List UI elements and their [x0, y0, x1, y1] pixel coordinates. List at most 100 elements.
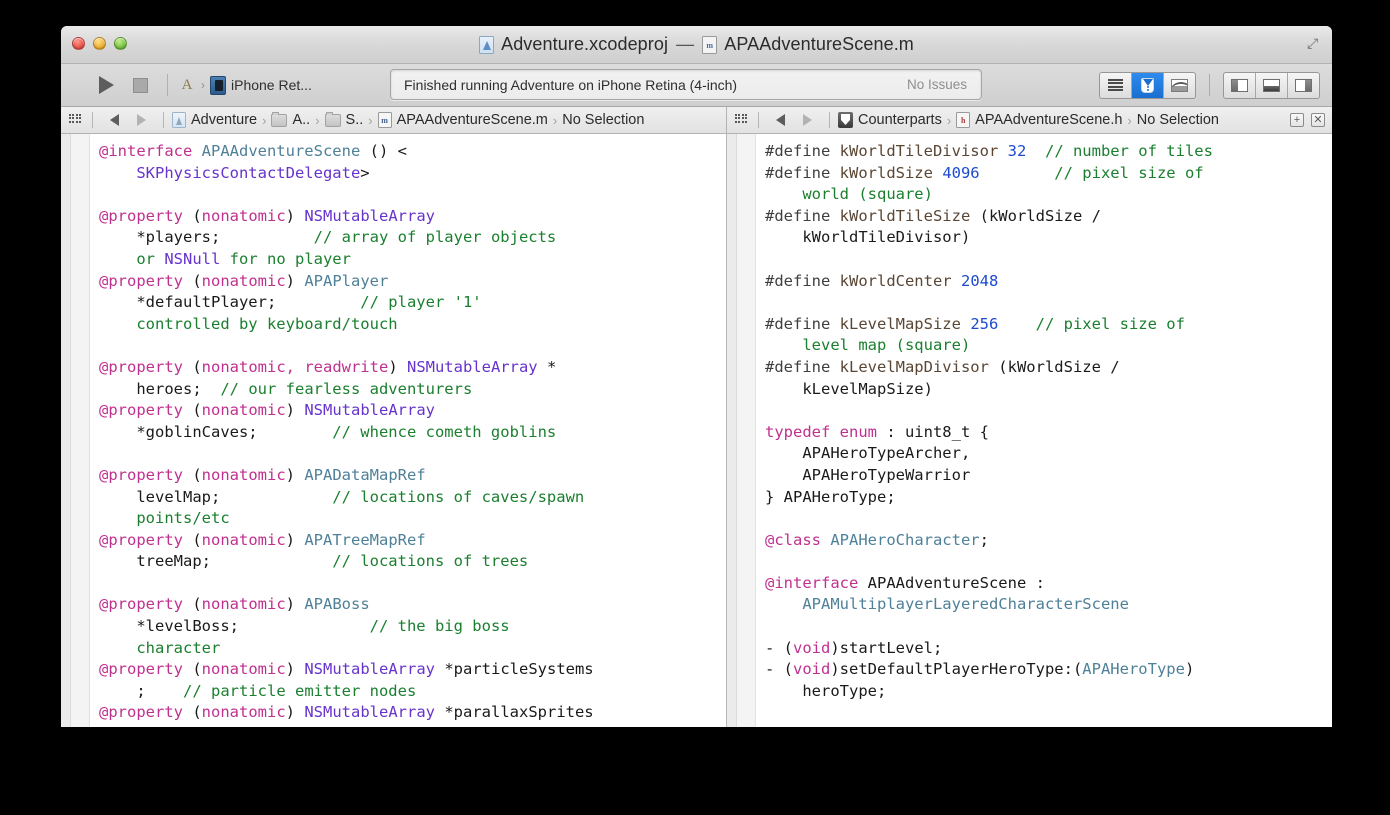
related-items-icon[interactable] — [735, 114, 748, 126]
code-token: @property — [99, 357, 193, 376]
code-line: level map (square) — [765, 335, 1332, 357]
assistant-editor-button[interactable] — [1132, 72, 1164, 98]
code-line: world (square) — [765, 184, 1332, 206]
close-assistant-editor-button[interactable]: ✕ — [1311, 113, 1325, 127]
code-token: *goblinCaves; — [99, 422, 333, 441]
source-code-left[interactable]: @interface APAAdventureScene () < SKPhys… — [89, 134, 726, 727]
code-token: ( — [192, 271, 202, 290]
run-button[interactable] — [89, 70, 123, 100]
breadcrumb-selection[interactable]: No Selection — [1137, 112, 1219, 128]
code-token: #define — [765, 357, 840, 376]
code-line: } APAHeroType; — [765, 487, 1332, 509]
m-file-icon: m — [377, 112, 392, 128]
code-token: // whence cometh goblins — [332, 422, 557, 441]
go-back-icon[interactable] — [110, 114, 119, 126]
code-token: kWorldSize — [839, 163, 943, 182]
breadcrumb-group-a[interactable]: A.. — [271, 111, 310, 128]
code-token: } APAHeroType; — [765, 487, 896, 506]
editor-gutter-right[interactable] — [727, 134, 756, 727]
code-token: @property — [99, 206, 193, 225]
code-token: for no player — [220, 249, 351, 268]
code-token: 32 — [1007, 142, 1027, 160]
breadcrumb-group-s[interactable]: S.. — [324, 111, 364, 128]
project-icon — [479, 35, 495, 54]
code-token: kWorldTileDivisor) — [765, 228, 971, 247]
related-items-icon[interactable] — [69, 114, 82, 126]
code-token: APAHeroTypeWarrior — [765, 465, 971, 484]
code-token: NSMutableArray — [304, 703, 435, 722]
code-token: ) — [285, 401, 305, 420]
code-token: character — [136, 638, 221, 657]
code-token: void — [793, 660, 831, 679]
code-line: character — [99, 638, 726, 660]
standard-editor-button[interactable] — [1100, 72, 1132, 98]
code-token: @property — [99, 530, 193, 549]
assistant-editor[interactable]: #define kWorldTileDivisor 32 // number o… — [727, 134, 1332, 727]
window-title-file: APAAdventureScene.m — [724, 34, 914, 54]
code-token: kLevelMapSize) — [765, 379, 933, 398]
code-token: @end — [765, 725, 802, 727]
code-token: nonatomic — [201, 271, 286, 290]
code-token: 2048 — [960, 271, 999, 290]
toggle-navigator-button[interactable] — [1224, 72, 1256, 98]
breadcrumb-label: Adventure — [191, 112, 258, 128]
code-token: ) — [285, 703, 305, 722]
editor-gutter-left[interactable] — [61, 134, 90, 727]
code-token: )startLevel; — [830, 638, 943, 657]
breadcrumb-separator: › — [1127, 112, 1132, 128]
code-token: // array of player objects — [313, 228, 557, 247]
code-token: ( — [192, 530, 202, 549]
breadcrumb-selection[interactable]: No Selection — [562, 112, 644, 128]
breadcrumb-label: S.. — [345, 112, 364, 128]
go-back-icon[interactable] — [776, 114, 785, 126]
code-token: () < — [360, 142, 407, 160]
code-line: - (void)startLevel; — [765, 638, 1332, 660]
code-token: ) — [285, 206, 305, 225]
code-token: #define — [765, 163, 840, 182]
code-token: ; — [979, 530, 989, 549]
code-line: #define kLevelMapSize 256 // pixel size … — [765, 314, 1332, 336]
code-token: APAHeroTypeArcher, — [765, 444, 971, 463]
toggle-debug-button[interactable] — [1256, 72, 1288, 98]
code-line: @class APAHeroCharacter; — [765, 530, 1332, 552]
breadcrumb-header-file[interactable]: h APAAdventureScene.h — [956, 112, 1122, 128]
breadcrumb-file[interactable]: m APAAdventureScene.m — [377, 112, 548, 128]
source-code-right[interactable]: #define kWorldTileDivisor 32 // number o… — [755, 134, 1332, 727]
window-title-project: Adventure.xcodeproj — [501, 34, 669, 54]
go-forward-icon[interactable] — [137, 114, 146, 126]
code-token: ( — [192, 595, 202, 614]
add-assistant-editor-button[interactable]: + — [1290, 113, 1304, 127]
version-editor-button[interactable] — [1164, 73, 1195, 98]
primary-editor[interactable]: @interface APAAdventureScene () < SKPhys… — [61, 134, 727, 727]
code-token: ) — [285, 465, 305, 484]
code-token: APAHeroType — [1082, 660, 1185, 679]
breadcrumb-counterparts[interactable]: Counterparts — [838, 112, 942, 128]
code-token: (kWorldSize / — [979, 206, 1101, 225]
code-token: @property — [99, 595, 193, 614]
code-line: *goblinCaves; // whence cometh goblins — [99, 422, 726, 444]
breadcrumb-project[interactable]: Adventure — [172, 112, 257, 128]
code-line: points/etc — [99, 508, 726, 530]
fullscreen-icon[interactable]: ⤢ — [1307, 36, 1322, 51]
code-token: 4096 — [942, 163, 980, 182]
editor-mode-group — [1099, 71, 1196, 99]
code-line: #define kLevelMapDivisor (kWorldSize / — [765, 357, 1332, 379]
activity-status-bar[interactable]: Finished running Adventure on iPhone Ret… — [390, 69, 982, 100]
stop-button[interactable] — [123, 70, 157, 100]
window-titlebar: Adventure.xcodeproj — m APAAdventureScen… — [61, 26, 1332, 64]
toggle-utilities-button[interactable] — [1288, 73, 1319, 98]
assistant-editor-controls: + ✕ — [1290, 113, 1332, 127]
code-token: #define — [765, 314, 840, 333]
code-line: SKPhysicsContactDelegate> — [99, 163, 726, 185]
counterparts-icon — [838, 112, 853, 128]
scheme-selector[interactable]: › iPhone Ret... — [178, 75, 312, 95]
code-token: APADataMapRef — [304, 465, 426, 484]
code-token: ( — [192, 465, 202, 484]
code-token: APATreeMapRef — [304, 530, 426, 549]
go-forward-icon[interactable] — [803, 114, 812, 126]
code-token: // pixel size of — [1054, 163, 1204, 182]
